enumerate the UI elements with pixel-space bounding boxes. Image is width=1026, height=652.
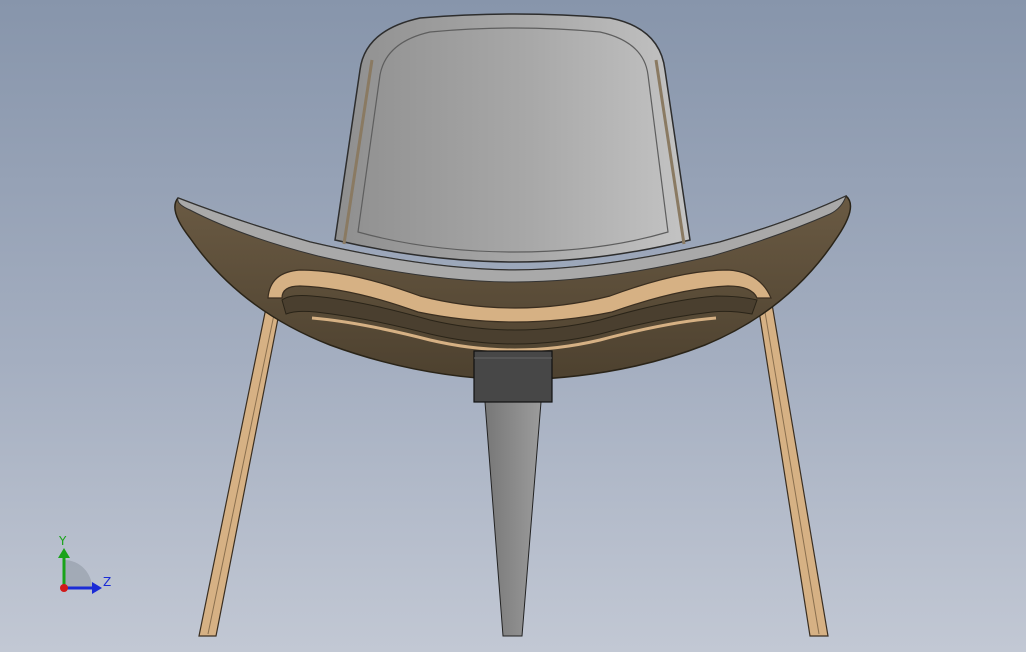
right-front-leg-seam: [762, 299, 820, 635]
left-front-leg: [198, 297, 283, 637]
orientation-triad[interactable]: Y Z: [58, 534, 111, 594]
left-front-leg-seam: [207, 299, 278, 635]
triad-arc: [64, 560, 92, 588]
right-front-leg: [756, 297, 829, 637]
triad-z-arrow: [92, 582, 102, 594]
triad-y-arrow: [58, 548, 70, 558]
rear-leg: [484, 401, 542, 637]
triad-x-axis: [60, 584, 68, 592]
chair-model[interactable]: Y Z: [0, 0, 1026, 652]
3d-viewport[interactable]: Y Z: [0, 0, 1026, 652]
triad-y-label: Y: [58, 534, 67, 548]
triad-z-label: Z: [103, 575, 111, 589]
center-hub: [473, 350, 553, 403]
